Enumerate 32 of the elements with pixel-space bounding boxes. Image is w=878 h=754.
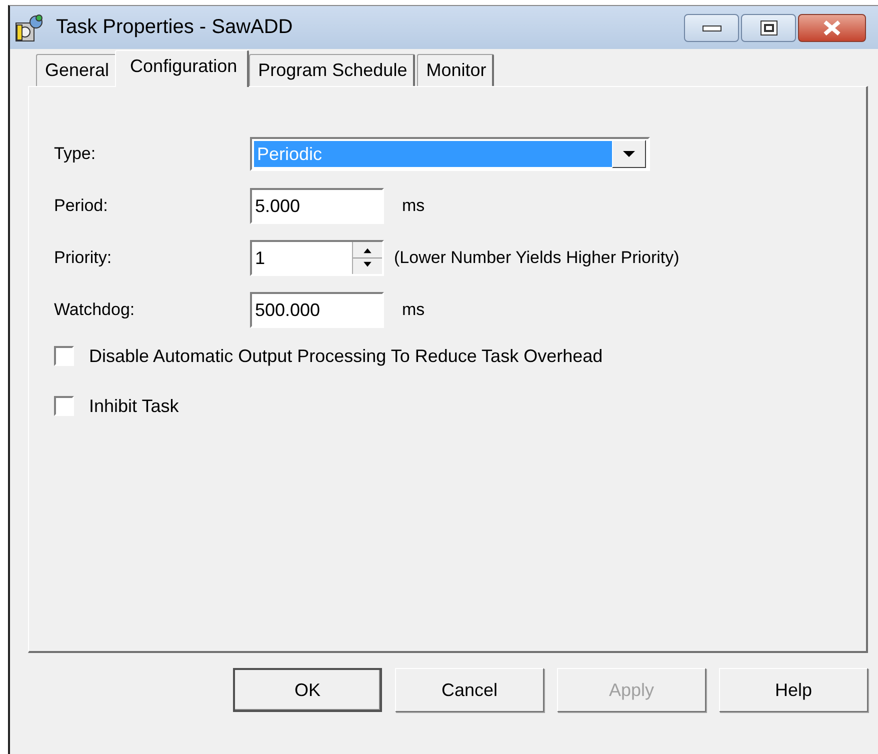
tab[interactable]: Monitor <box>417 54 494 86</box>
window-title: Task Properties - SawADD <box>56 16 294 39</box>
input-field[interactable]: 5.000 <box>250 188 384 224</box>
spinner-arrows-icon <box>352 242 382 274</box>
hint-text: (Lower Number Yields Higher Priority) <box>394 248 680 268</box>
tab[interactable]: Program Schedule <box>249 54 416 86</box>
checkbox-label: Disable Automatic Output Processing To Reduce Task Overhead <box>89 346 603 366</box>
dialog-button[interactable]: Cancel <box>395 668 544 712</box>
dialog-button[interactable]: OK <box>233 668 382 712</box>
close-button[interactable] <box>798 14 866 42</box>
spinner-field[interactable]: 1 <box>250 240 384 276</box>
dialog-button[interactable]: Help <box>719 668 868 712</box>
input-field[interactable]: 500.000 <box>250 292 384 328</box>
tab[interactable]: Configuration <box>115 50 250 87</box>
dropdown-button[interactable] <box>612 140 646 168</box>
field-label: Type: <box>54 144 97 164</box>
field-label: Watchdog: <box>54 300 136 320</box>
field-label: Priority: <box>54 248 113 268</box>
restore-icon <box>760 20 778 36</box>
app-icon <box>14 12 44 42</box>
close-icon <box>822 20 842 36</box>
checkbox-label: Inhibit Task <box>89 396 179 416</box>
maximize-button[interactable] <box>741 14 796 42</box>
minimize-button[interactable] <box>684 14 739 42</box>
checkbox[interactable] <box>54 396 74 416</box>
caret-icon <box>622 150 636 158</box>
unit-label: ms <box>402 196 425 216</box>
tab[interactable]: General <box>36 54 118 86</box>
unit-label: ms <box>402 300 425 320</box>
minimize-icon <box>702 22 722 32</box>
field-label: Period: <box>54 196 109 216</box>
checkbox[interactable] <box>54 346 74 366</box>
